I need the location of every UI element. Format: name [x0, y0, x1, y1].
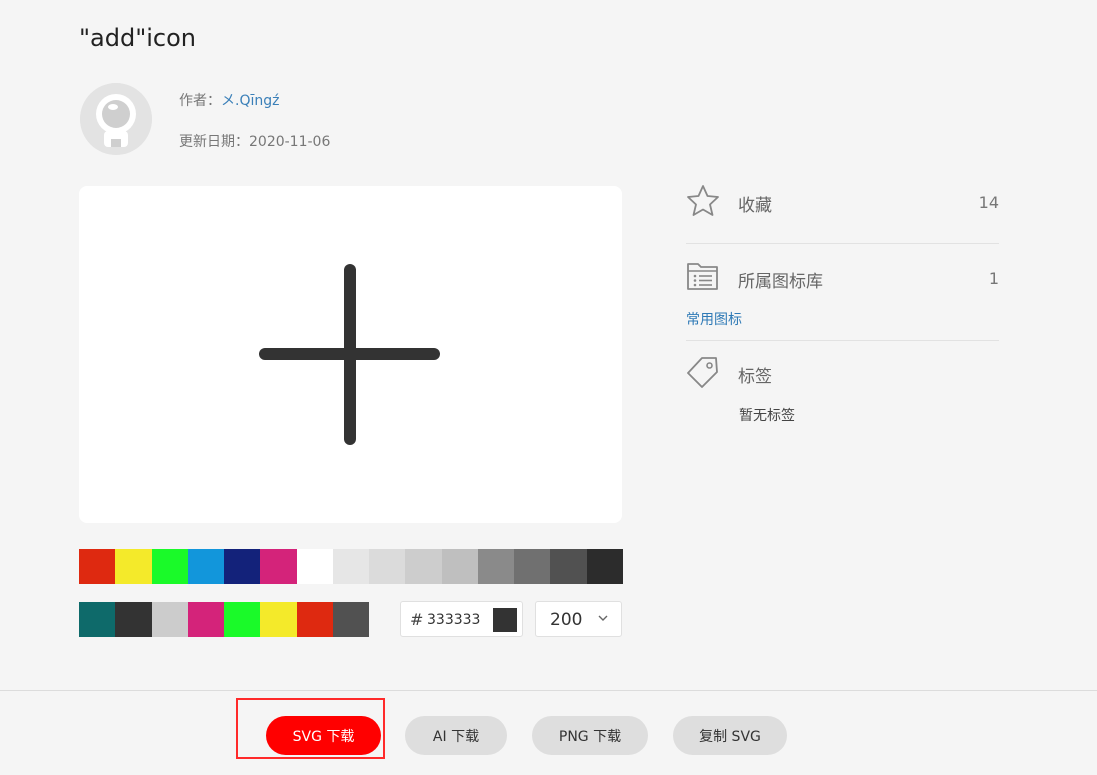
icon-title: "add"icon — [79, 24, 197, 52]
color-palette-row-2 — [79, 602, 369, 637]
color-swatch[interactable] — [188, 549, 224, 584]
color-swatch[interactable] — [550, 549, 587, 584]
color-swatch[interactable] — [260, 549, 297, 584]
tags-item: 标签 — [686, 355, 999, 391]
folder-list-icon — [687, 263, 718, 290]
color-swatch[interactable] — [152, 549, 188, 584]
size-value: 200 — [550, 610, 583, 630]
color-swatch[interactable] — [587, 549, 623, 584]
size-select[interactable]: 200 — [535, 601, 622, 637]
svg-download-button[interactable]: SVG 下载 — [266, 716, 381, 755]
color-swatch[interactable] — [224, 602, 260, 637]
updated-line: 更新日期：2020-11-06 — [179, 133, 330, 151]
icon-preview — [79, 186, 622, 523]
color-swatch[interactable] — [188, 602, 224, 637]
color-swatch[interactable] — [224, 549, 260, 584]
ai-download-button[interactable]: AI 下载 — [405, 716, 507, 755]
color-swatch[interactable] — [478, 549, 514, 584]
library-count: 1 — [988, 269, 999, 288]
copy-svg-button[interactable]: 复制 SVG — [673, 716, 787, 755]
favorites-label: 收藏 — [738, 196, 772, 216]
color-swatch[interactable] — [333, 602, 369, 637]
tags-label: 标签 — [738, 367, 772, 387]
color-palette-row-1 — [79, 549, 623, 584]
chevron-down-icon — [598, 615, 608, 621]
updated-label: 更新日期： — [179, 134, 249, 150]
hex-color-input[interactable]: # 333333 — [400, 601, 523, 637]
color-swatch[interactable] — [260, 602, 297, 637]
hex-hash: # — [410, 610, 424, 629]
tag-icon — [687, 357, 718, 388]
author-label: 作者： — [179, 93, 221, 109]
updated-date: 2020-11-06 — [249, 134, 331, 150]
color-swatch[interactable] — [79, 549, 115, 584]
color-swatch[interactable] — [333, 549, 369, 584]
color-swatch[interactable] — [442, 549, 478, 584]
favorites-count: 14 — [978, 193, 999, 212]
author-name-link[interactable]: メ.Qīngź — [221, 93, 279, 109]
color-swatch[interactable] — [369, 549, 405, 584]
color-swatch[interactable] — [79, 602, 115, 637]
color-swatch[interactable] — [514, 549, 550, 584]
library-link[interactable]: 常用图标 — [686, 309, 742, 329]
hex-value[interactable]: 333333 — [427, 612, 480, 628]
author-avatar[interactable] — [80, 83, 152, 155]
no-tags-text: 暂无标签 — [739, 408, 795, 424]
icon-detail-page: "add"icon 作者：メ.Qīngź 更新日期：2020-11-06 # 3… — [0, 0, 1097, 775]
footer-divider — [0, 690, 1097, 691]
favorites-item[interactable]: 收藏 14 — [686, 184, 999, 220]
color-swatch[interactable] — [297, 602, 333, 637]
color-swatch[interactable] — [297, 549, 333, 584]
sidebar-divider — [686, 340, 999, 341]
sidebar-divider — [686, 243, 999, 244]
color-swatch[interactable] — [115, 602, 152, 637]
star-icon[interactable] — [686, 184, 720, 218]
library-item: 所属图标库 1 — [686, 260, 999, 296]
png-download-button[interactable]: PNG 下载 — [532, 716, 648, 755]
color-swatch[interactable] — [115, 549, 152, 584]
astronaut-avatar-icon — [80, 83, 152, 155]
color-swatch[interactable] — [405, 549, 442, 584]
library-label: 所属图标库 — [738, 272, 823, 292]
plus-icon — [259, 264, 440, 445]
current-color-swatch[interactable] — [493, 608, 517, 632]
author-line: 作者：メ.Qīngź — [179, 92, 279, 110]
color-swatch[interactable] — [152, 602, 188, 637]
